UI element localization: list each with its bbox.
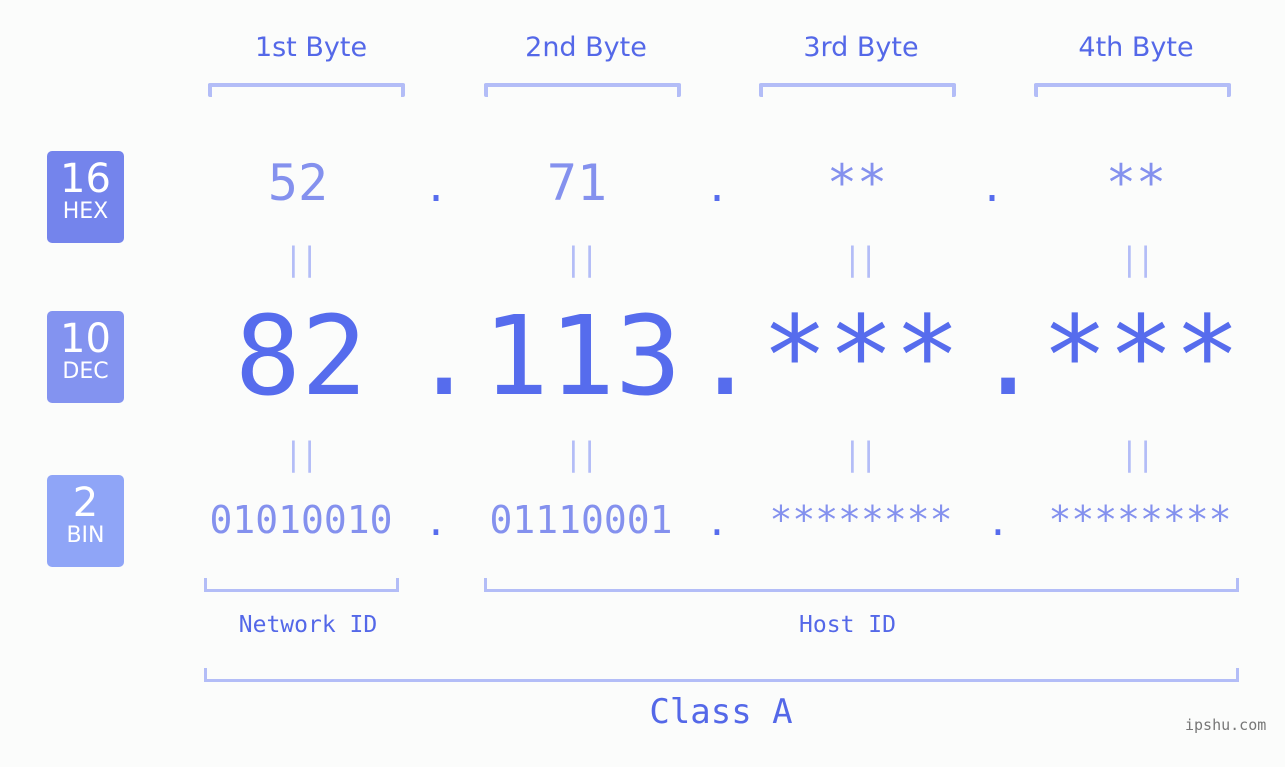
bin-dot-3: . xyxy=(986,500,1010,544)
dec-octet-4: *** xyxy=(1041,292,1241,420)
dec-dot-3: . xyxy=(975,292,1042,420)
bin-dot-2: . xyxy=(705,500,729,544)
network-id-bracket xyxy=(204,578,399,592)
byte-header-4: 4th Byte xyxy=(1078,32,1194,63)
watermark: ipshu.com xyxy=(1185,716,1267,734)
hex-label: HEX xyxy=(62,199,109,224)
class-bracket xyxy=(204,668,1239,682)
byte-header-2: 2nd Byte xyxy=(525,32,647,63)
equals-icon: || xyxy=(563,435,600,473)
hex-octet-1: 52 xyxy=(267,154,329,212)
host-id-bracket xyxy=(484,578,1239,592)
byte-bracket-4 xyxy=(1034,83,1231,97)
hex-dot-1: . xyxy=(423,165,449,211)
dec-badge: 10 DEC xyxy=(47,311,124,403)
byte-bracket-3 xyxy=(759,83,956,97)
equals-icon: || xyxy=(283,240,320,278)
bin-octet-4: ******** xyxy=(1048,498,1232,542)
hex-octet-3: ** xyxy=(826,154,888,212)
bin-octet-3: ******** xyxy=(769,498,953,542)
equals-icon: || xyxy=(842,240,879,278)
bin-dot-1: . xyxy=(424,500,448,544)
dec-label: DEC xyxy=(62,359,109,384)
equals-icon: || xyxy=(563,240,600,278)
hex-octet-4: ** xyxy=(1105,154,1167,212)
byte-bracket-1 xyxy=(208,83,405,97)
network-id-label: Network ID xyxy=(238,612,378,638)
dec-dot-2: . xyxy=(692,292,759,420)
dec-octet-3: *** xyxy=(761,292,961,420)
dec-base: 10 xyxy=(60,316,111,362)
class-label: Class A xyxy=(649,692,793,732)
equals-icon: || xyxy=(283,435,320,473)
byte-header-1: 1st Byte xyxy=(254,32,368,63)
bin-octet-2: 01110001 xyxy=(489,498,673,542)
equals-icon: || xyxy=(1119,240,1156,278)
dec-octet-1: 82 xyxy=(234,292,368,420)
bin-label: BIN xyxy=(66,523,105,548)
bin-base: 2 xyxy=(72,480,99,526)
hex-badge: 16 HEX xyxy=(47,151,124,243)
host-id-label: Host ID xyxy=(799,612,896,638)
dec-dot-1: . xyxy=(411,292,478,420)
bin-octet-1: 01010010 xyxy=(209,498,393,542)
hex-dot-2: . xyxy=(704,165,730,211)
byte-header-3: 3rd Byte xyxy=(803,32,919,63)
bin-badge: 2 BIN xyxy=(47,475,124,567)
hex-dot-3: . xyxy=(979,165,1005,211)
dec-octet-2: 113 xyxy=(482,292,682,420)
hex-base: 16 xyxy=(60,156,111,202)
equals-icon: || xyxy=(842,435,879,473)
hex-octet-2: 71 xyxy=(546,154,608,212)
equals-icon: || xyxy=(1119,435,1156,473)
byte-bracket-2 xyxy=(484,83,681,97)
